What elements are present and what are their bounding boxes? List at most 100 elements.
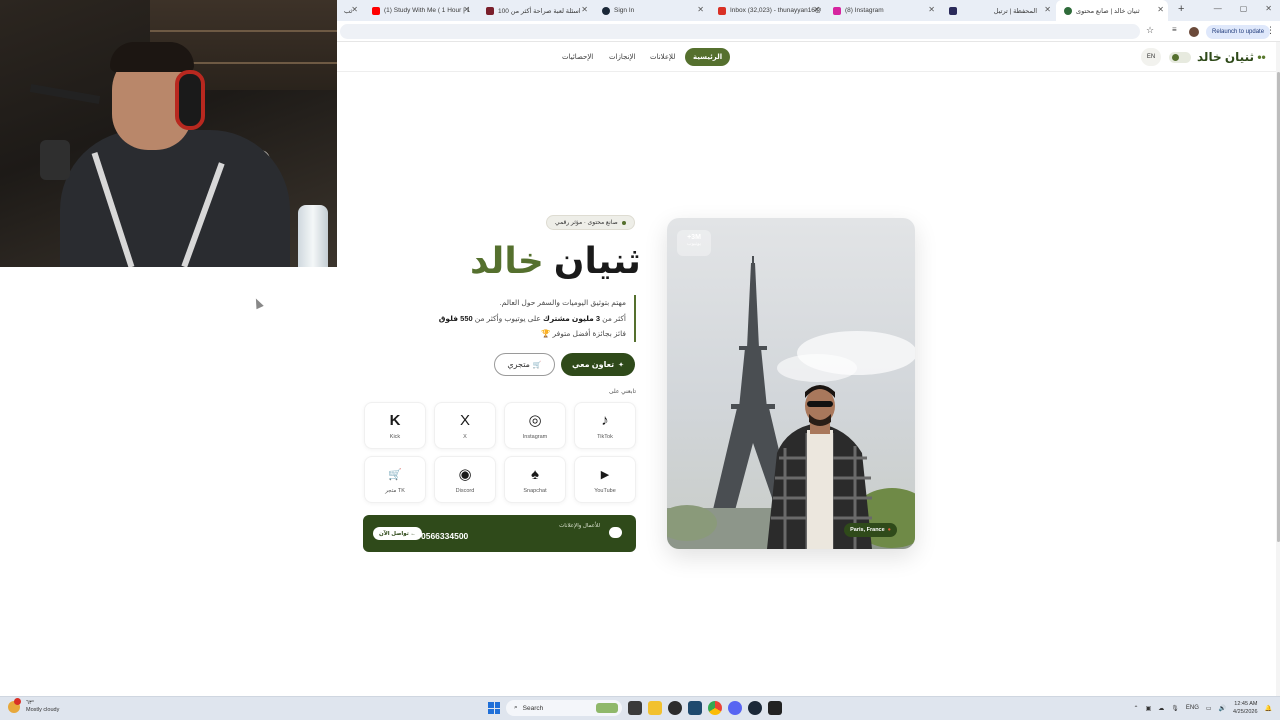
extensions-icon[interactable]: ≡ xyxy=(1172,25,1177,34)
input-language[interactable]: ENG xyxy=(1186,705,1199,711)
tab-questions[interactable]: اسئلة لعبة صراحة أكثر من 100 ✕ xyxy=(478,0,592,21)
tab-steam-signin[interactable]: Sign In ✕ xyxy=(594,0,708,21)
url-input[interactable] xyxy=(340,24,1140,39)
maximize-icon[interactable]: ▢ xyxy=(1240,4,1248,13)
close-tab-icon[interactable]: ✕ xyxy=(581,5,588,14)
tab-wallet[interactable]: المحفظة | ترتيل ✕ xyxy=(941,0,1055,21)
tab-active-site[interactable]: ثنيان خالد | صانع محتوى ✕ xyxy=(1056,0,1168,21)
taskbar-search-input[interactable]: ⌕ Search xyxy=(506,700,622,716)
tray-mic-icon[interactable]: 🎙 xyxy=(1171,705,1179,712)
social-label: YouTube xyxy=(594,487,616,494)
shelf-edge xyxy=(150,30,337,32)
tray-chevron-icon[interactable]: ⌃ xyxy=(1134,705,1139,712)
youtube-favicon-icon xyxy=(372,6,380,15)
language-switch-button[interactable]: EN xyxy=(1141,48,1161,66)
hero-bio: مهتم بتوثيق اليوميات والسفر حول العالم. … xyxy=(400,295,636,342)
weather-widget[interactable]: ٦٣° Mostly cloudy xyxy=(8,698,59,714)
network-icon[interactable]: ▭ xyxy=(1206,705,1212,712)
social-kick[interactable]: K Kick xyxy=(364,402,426,449)
windows-start-icon[interactable] xyxy=(488,702,500,714)
app-icon[interactable] xyxy=(768,701,782,715)
site-logo[interactable]: ثنيان خالد •• xyxy=(1197,50,1266,64)
tab-partial[interactable]: ثب ✕ xyxy=(336,0,362,21)
terminal-app-icon[interactable] xyxy=(688,701,702,715)
cart-icon: 🛒 xyxy=(388,468,402,481)
relaunch-button[interactable]: Relaunch to update xyxy=(1206,25,1271,39)
social-discord[interactable]: ◉ Discord xyxy=(434,456,496,503)
nav-ads-link[interactable]: للإعلانات xyxy=(650,53,675,61)
youtube-icon: ▶ xyxy=(600,468,610,481)
tray-app-icon[interactable]: ▣ xyxy=(1146,705,1152,712)
brand-name: ثنيان خالد xyxy=(1197,50,1254,64)
taskbar-clock[interactable]: 12:45 AM 4/25/2026 xyxy=(1233,700,1257,716)
nav-achievements-link[interactable]: الإنجازات xyxy=(609,53,635,61)
new-tab-button[interactable]: + xyxy=(1170,3,1192,15)
task-view-icon[interactable] xyxy=(628,701,642,715)
profile-avatar[interactable] xyxy=(1189,27,1199,37)
steam-client-icon[interactable] xyxy=(748,701,762,715)
instagram-icon: ◎ xyxy=(528,411,542,429)
mouse-cursor-icon xyxy=(252,296,264,310)
tag-dot-icon xyxy=(621,220,626,225)
kick-icon: K xyxy=(389,411,401,429)
bio-text: أكثر من xyxy=(600,313,626,323)
bio-line-3: فائز بجائزة أفضل متوفر 🏆 xyxy=(541,329,626,338)
subscribers-count: +3M xyxy=(687,234,701,241)
store-button[interactable]: متجري 🛒 xyxy=(494,353,555,376)
collaborate-button[interactable]: تعاون معي ✦ xyxy=(561,353,635,376)
close-window-icon[interactable]: ✕ xyxy=(1265,4,1272,13)
social-snapchat[interactable]: ♠ Snapchat xyxy=(504,456,566,503)
browser-menu-icon[interactable]: ⋮ xyxy=(1266,25,1275,36)
chat-bubble-icon xyxy=(609,527,622,538)
minimize-icon[interactable]: — xyxy=(1214,4,1222,13)
system-tray: ⌃ ▣ ☁ 🎙 ENG ▭ 🔊 12:45 AM 4/25/2026 🔔 xyxy=(1134,700,1272,716)
close-tab-icon[interactable]: ✕ xyxy=(697,5,704,14)
social-tiktok[interactable]: ♪ TikTok xyxy=(574,402,636,449)
search-highlight-icon xyxy=(596,703,618,713)
tab-instagram[interactable]: (8) Instagram ✕ xyxy=(825,0,939,21)
close-tab-icon[interactable]: ✕ xyxy=(1044,5,1051,14)
social-x[interactable]: XX xyxy=(434,402,496,449)
social-grid: ♪ TikTok ◎ Instagram XX K Kick ▶ YouTube ♠ Sn… xyxy=(363,402,636,503)
notifications-icon[interactable]: 🔔 xyxy=(1265,705,1272,712)
nav-stats-link[interactable]: الإحصائيات xyxy=(562,53,593,61)
bio-line-1: مهتم بتوثيق اليوميات والسفر حول العالم. xyxy=(499,298,626,307)
social-youtube[interactable]: ▶ YouTube xyxy=(574,456,636,503)
instagram-favicon-icon xyxy=(833,6,841,15)
role-tag: صانع محتوى · مؤثر رقمي xyxy=(546,215,635,230)
site-header: ثنيان خالد •• EN الرئيسية للإعلانات الإن… xyxy=(337,42,1280,72)
contact-now-button[interactable]: تواصل الآن ← xyxy=(373,527,422,540)
theme-toggle[interactable] xyxy=(1169,52,1191,63)
bookmark-star-icon[interactable]: ☆ xyxy=(1146,25,1154,36)
collaborate-label: تعاون معي xyxy=(572,360,615,369)
close-tab-icon[interactable]: ✕ xyxy=(463,5,470,14)
discord-app-icon[interactable] xyxy=(728,701,742,715)
contact-banner[interactable]: للأعمال والإعلانات 0566334500 تواصل الآن… xyxy=(363,515,636,552)
hero-last-name: خالد xyxy=(470,240,544,281)
close-tab-icon[interactable]: ✕ xyxy=(928,5,935,14)
file-explorer-icon[interactable] xyxy=(648,701,662,715)
steam-favicon-icon xyxy=(602,6,610,15)
contact-phone: 0566334500 xyxy=(421,531,469,541)
close-tab-icon[interactable]: ✕ xyxy=(813,5,820,14)
paris-photo xyxy=(667,256,915,549)
chrome-app-icon[interactable] xyxy=(708,701,722,715)
social-label: Instagram xyxy=(522,433,548,440)
tab-gmail[interactable]: Inbox (32,023) - thunayyan16@ ✕ xyxy=(710,0,824,21)
close-tab-icon[interactable]: ✕ xyxy=(1157,5,1164,14)
water-bottle xyxy=(298,205,328,267)
clock-date: 4/25/2026 xyxy=(1233,709,1258,715)
volume-icon[interactable]: 🔊 xyxy=(1219,705,1226,712)
close-tab-icon[interactable]: ✕ xyxy=(351,5,358,14)
social-label: Snapchat xyxy=(523,487,547,494)
steam-app-icon[interactable] xyxy=(668,701,682,715)
bio-line-2: أكثر من 3 مليون مشترك على يوتيوب وأكثر م… xyxy=(400,311,626,327)
weather-icon xyxy=(8,698,21,713)
nav-home-link[interactable]: الرئيسية xyxy=(685,48,731,66)
social-store[interactable]: 🛒 متجر TK xyxy=(364,456,426,503)
collab-emoji-icon: ✦ xyxy=(618,361,624,369)
social-instagram[interactable]: ◎ Instagram xyxy=(504,402,566,449)
tab-youtube[interactable]: (1) Study With Me ( 1 Hour | 1 ✕ xyxy=(364,0,474,21)
tray-cloud-icon[interactable]: ☁ xyxy=(1158,705,1164,712)
site-favicon-icon xyxy=(1064,6,1072,15)
